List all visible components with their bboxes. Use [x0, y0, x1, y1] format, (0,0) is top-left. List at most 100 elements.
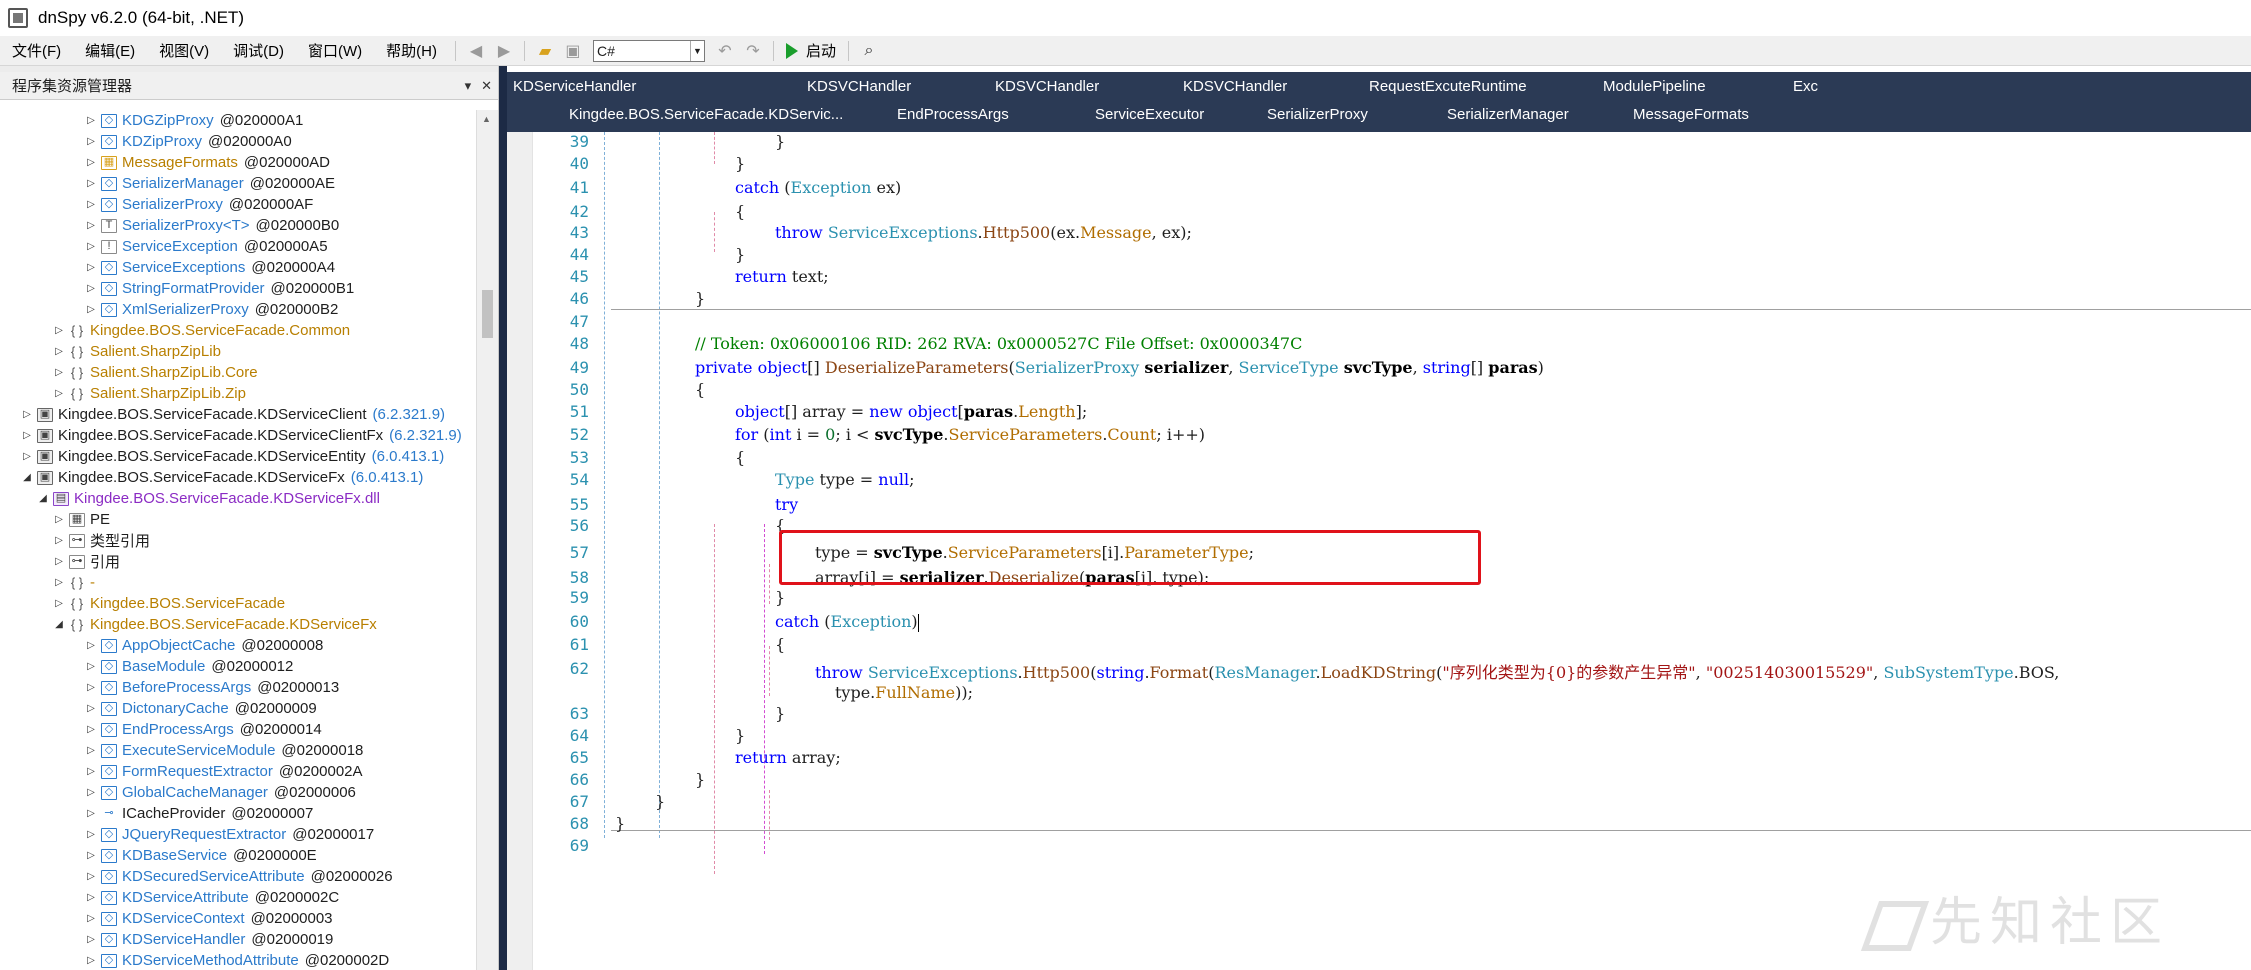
tree-item[interactable]: ▷ ⊶ 引用: [0, 551, 476, 572]
collapsed-arrow-icon[interactable]: ▷: [84, 220, 98, 231]
collapsed-arrow-icon[interactable]: ▷: [84, 262, 98, 273]
tree-item[interactable]: ▷ ◇ SerializerProxy @020000AF: [0, 194, 476, 215]
panel-splitter[interactable]: [499, 66, 507, 970]
tree-item[interactable]: ▷ { } Salient.SharpZipLib.Zip: [0, 383, 476, 404]
collapsed-arrow-icon[interactable]: ▷: [84, 304, 98, 315]
collapsed-arrow-icon[interactable]: ▷: [52, 388, 66, 399]
document-tab[interactable]: MessageFormats: [1633, 106, 1749, 123]
document-tab[interactable]: ModulePipeline: [1603, 78, 1706, 95]
tree-item[interactable]: ▷ ◇ KDServiceMethodAttribute @0200002D: [0, 950, 476, 970]
menu-window[interactable]: 窗口(W): [296, 40, 374, 61]
collapsed-arrow-icon[interactable]: ▷: [20, 409, 34, 420]
collapsed-arrow-icon[interactable]: ▷: [84, 178, 98, 189]
close-icon[interactable]: ✕: [481, 78, 492, 94]
menu-edit[interactable]: 编辑(E): [73, 40, 147, 61]
tree-item[interactable]: ◢ { } Kingdee.BOS.ServiceFacade.KDServiceF…: [0, 614, 476, 635]
collapsed-arrow-icon[interactable]: ▷: [84, 703, 98, 714]
scroll-up-icon[interactable]: ▲: [482, 114, 491, 124]
tree-item[interactable]: ▷ ◇ KDServiceAttribute @0200002C: [0, 887, 476, 908]
collapsed-arrow-icon[interactable]: ▷: [84, 682, 98, 693]
tree-item[interactable]: ▷ ◇ GlobalCacheManager @02000006: [0, 782, 476, 803]
tree-item[interactable]: ▷ ◇ JQueryRequestExtractor @02000017: [0, 824, 476, 845]
collapsed-arrow-icon[interactable]: ▷: [52, 346, 66, 357]
tree-item[interactable]: ◢ ▣ Kingdee.BOS.ServiceFacade.KDServiceFx (…: [0, 467, 476, 488]
tree-item[interactable]: ◢ ▤ Kingdee.BOS.ServiceFacade.KDServiceFx.…: [0, 488, 476, 509]
redo-icon[interactable]: ↷: [741, 39, 765, 63]
start-debug-button[interactable]: 启动: [785, 40, 836, 61]
tree-item[interactable]: ▷ ◇ BaseModule @02000012: [0, 656, 476, 677]
document-tab[interactable]: SerializerManager: [1447, 106, 1569, 123]
undo-icon[interactable]: ↶: [713, 39, 737, 63]
collapsed-arrow-icon[interactable]: ▷: [84, 955, 98, 966]
collapsed-arrow-icon[interactable]: ▷: [84, 934, 98, 945]
tree-item[interactable]: ▷ ◇ KDSecuredServiceAttribute @02000026: [0, 866, 476, 887]
tree-item[interactable]: ▷ { } Kingdee.BOS.ServiceFacade: [0, 593, 476, 614]
tree-item[interactable]: ▷ ◇ ExecuteServiceModule @02000018: [0, 740, 476, 761]
document-tab[interactable]: SerializerProxy: [1267, 106, 1368, 123]
assembly-tree[interactable]: ▷ ◇ KDGZipProxy @020000A1 ▷ ◇ KDZipProxy @02000…: [0, 110, 476, 970]
tree-scrollbar[interactable]: ▲: [476, 110, 498, 970]
tree-item[interactable]: ▷ ◇ ServiceExceptions @020000A4: [0, 257, 476, 278]
document-tab[interactable]: KDSVCHandler: [995, 78, 1099, 95]
panel-dropdown-icon[interactable]: ▾: [465, 78, 472, 94]
tree-item[interactable]: ▷ ◇ KDServiceContext @02000003: [0, 908, 476, 929]
back-icon[interactable]: ◀: [464, 39, 488, 63]
tree-item[interactable]: ▷ ◇ AppObjectCache @02000008: [0, 635, 476, 656]
collapsed-arrow-icon[interactable]: ▷: [84, 640, 98, 651]
collapsed-arrow-icon[interactable]: ▷: [84, 724, 98, 735]
collapsed-arrow-icon[interactable]: ▷: [84, 283, 98, 294]
document-tab[interactable]: ServiceExecutor: [1095, 106, 1204, 123]
collapsed-arrow-icon[interactable]: ▷: [52, 325, 66, 336]
menu-file[interactable]: 文件(F): [0, 40, 73, 61]
collapsed-arrow-icon[interactable]: ▷: [84, 241, 98, 252]
collapsed-arrow-icon[interactable]: ▷: [84, 766, 98, 777]
collapsed-arrow-icon[interactable]: ▷: [52, 367, 66, 378]
tree-item[interactable]: ▷ ◇ StringFormatProvider @020000B1: [0, 278, 476, 299]
tree-item[interactable]: ▷ ▣ Kingdee.BOS.ServiceFacade.KDServiceCli…: [0, 425, 476, 446]
collapsed-arrow-icon[interactable]: ▷: [52, 598, 66, 609]
breakpoint-gutter[interactable]: [507, 132, 533, 970]
code-editor[interactable]: 39 40 41 42 43 44 45 46 47 48 49 50 51 52 53 54 55 56 57 58…: [507, 132, 2251, 970]
collapsed-arrow-icon[interactable]: ▷: [84, 136, 98, 147]
tree-item[interactable]: ▷ ◇ SerializerManager @020000AE: [0, 173, 476, 194]
tree-item[interactable]: ▷ ◇ KDBaseService @0200000E: [0, 845, 476, 866]
tree-item[interactable]: ▷ ▦ MessageFormats @020000AD: [0, 152, 476, 173]
tree-item[interactable]: ▷ { } Salient.SharpZipLib.Core: [0, 362, 476, 383]
collapsed-arrow-icon[interactable]: ▷: [84, 871, 98, 882]
tree-item[interactable]: ▷ ⊶ 类型引用: [0, 530, 476, 551]
collapsed-arrow-icon[interactable]: ▷: [84, 892, 98, 903]
document-tab[interactable]: Kingdee.BOS.ServiceFacade.KDServic...: [569, 106, 843, 123]
collapsed-arrow-icon[interactable]: ▷: [52, 556, 66, 567]
menu-help[interactable]: 帮助(H): [374, 40, 449, 61]
collapsed-arrow-icon[interactable]: ▷: [84, 808, 98, 819]
collapsed-arrow-icon[interactable]: ▷: [84, 661, 98, 672]
collapsed-arrow-icon[interactable]: ▷: [84, 787, 98, 798]
collapsed-arrow-icon[interactable]: ▷: [52, 577, 66, 588]
tree-item[interactable]: ▷ ◇ KDServiceHandler @02000019: [0, 929, 476, 950]
collapsed-arrow-icon[interactable]: ▷: [84, 115, 98, 126]
expanded-arrow-icon[interactable]: ◢: [36, 493, 50, 504]
collapsed-arrow-icon[interactable]: ▷: [52, 514, 66, 525]
tree-item[interactable]: ▷ { } -: [0, 572, 476, 593]
collapsed-arrow-icon[interactable]: ▷: [84, 913, 98, 924]
collapsed-arrow-icon[interactable]: ▷: [84, 745, 98, 756]
forward-icon[interactable]: ▶: [492, 39, 516, 63]
tree-item[interactable]: ▷ ▣ Kingdee.BOS.ServiceFacade.KDServiceCli…: [0, 404, 476, 425]
collapsed-arrow-icon[interactable]: ▷: [84, 829, 98, 840]
tree-item[interactable]: ▷ ◇ FormRequestExtractor @0200002A: [0, 761, 476, 782]
tree-item[interactable]: ▷ ◇ EndProcessArgs @02000014: [0, 719, 476, 740]
search-icon[interactable]: ⌕: [857, 39, 881, 63]
tree-item[interactable]: ▷ ◇ BeforeProcessArgs @02000013: [0, 677, 476, 698]
tree-item[interactable]: ▷ ▦ PE: [0, 509, 476, 530]
tree-item[interactable]: ▷ T SerializerProxy<T> @020000B0: [0, 215, 476, 236]
collapsed-arrow-icon[interactable]: ▷: [84, 199, 98, 210]
tree-item[interactable]: ▷ { } Salient.SharpZipLib: [0, 341, 476, 362]
tree-item[interactable]: ▷ ◇ KDZipProxy @020000A0: [0, 131, 476, 152]
tree-item[interactable]: ▷ ◇ XmlSerializerProxy @020000B2: [0, 299, 476, 320]
tree-item[interactable]: ▷! ServiceException @020000A5: [0, 236, 476, 257]
tree-item[interactable]: ▷ ◇ DictonaryCache @02000009: [0, 698, 476, 719]
expanded-arrow-icon[interactable]: ◢: [20, 472, 34, 483]
open-folder-icon[interactable]: ▰: [533, 39, 557, 63]
menu-view[interactable]: 视图(V): [147, 40, 221, 61]
collapsed-arrow-icon[interactable]: ▷: [20, 430, 34, 441]
